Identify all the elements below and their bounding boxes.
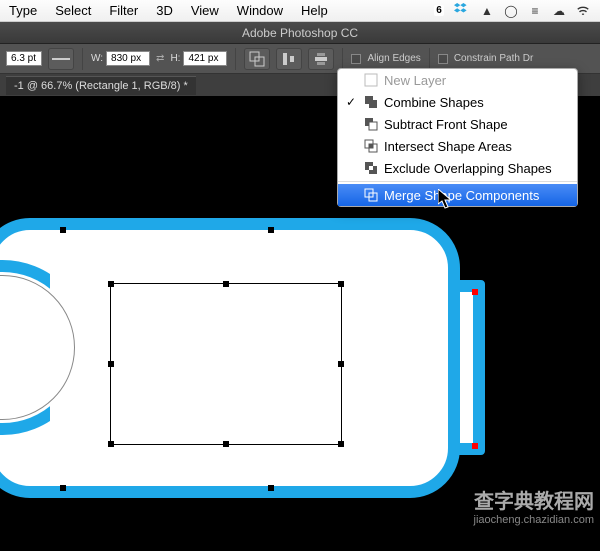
wifi-icon[interactable] xyxy=(574,2,592,20)
selection-handle-nw[interactable] xyxy=(108,281,114,287)
mouse-cursor-icon xyxy=(438,189,454,209)
align-edges-checkbox[interactable]: Align Edges xyxy=(351,53,420,64)
badge-6: 6 xyxy=(430,2,448,20)
menu-filter[interactable]: Filter xyxy=(100,3,147,18)
selection-handle-se[interactable] xyxy=(338,441,344,447)
menu-view[interactable]: View xyxy=(182,3,228,18)
path-arrange-button[interactable] xyxy=(308,48,334,70)
path-align-button[interactable] xyxy=(276,48,302,70)
width-input[interactable]: 830 px xyxy=(106,51,150,66)
selection-handle-sw[interactable] xyxy=(108,441,114,447)
height-input[interactable]: 421 px xyxy=(183,51,227,66)
menu-separator xyxy=(338,181,577,182)
menu-help[interactable]: Help xyxy=(292,3,337,18)
apple-icon xyxy=(406,2,424,20)
stroke-style-dropdown[interactable] xyxy=(48,48,74,70)
footer-bar xyxy=(0,529,600,551)
anchor-point-red[interactable] xyxy=(472,289,478,295)
checkmark-icon: ✓ xyxy=(346,95,358,109)
anchor-point[interactable] xyxy=(60,227,66,233)
link-wh-icon[interactable]: ⇄ xyxy=(156,53,164,64)
selection-handle-e[interactable] xyxy=(338,361,344,367)
new-layer-icon xyxy=(364,73,378,87)
path-operations-menu: New Layer ✓ Combine Shapes Subtract Fron… xyxy=(337,68,578,207)
tray-icon-2[interactable]: ☁ xyxy=(550,2,568,20)
anchor-point[interactable] xyxy=(60,485,66,491)
menubar-tray: 6 ▲ ◯ ≡ ☁ xyxy=(406,2,600,20)
menu-subtract-front[interactable]: Subtract Front Shape xyxy=(338,113,577,135)
menu-type[interactable]: Type xyxy=(0,3,46,18)
menu-new-layer: New Layer xyxy=(338,69,577,91)
combine-icon xyxy=(364,95,378,109)
selection-bounds[interactable] xyxy=(110,283,342,445)
menu-combine-shapes[interactable]: ✓ Combine Shapes xyxy=(338,91,577,113)
intersect-icon xyxy=(364,139,378,153)
document-tab[interactable]: -1 @ 66.7% (Rectangle 1, RGB/8) * xyxy=(6,76,196,95)
dropbox-icon[interactable] xyxy=(454,2,472,20)
selection-handle-s[interactable] xyxy=(223,441,229,447)
anchor-point[interactable] xyxy=(268,227,274,233)
menu-window[interactable]: Window xyxy=(228,3,292,18)
selection-handle-w[interactable] xyxy=(108,361,114,367)
selection-handle-ne[interactable] xyxy=(338,281,344,287)
anchor-point-red[interactable] xyxy=(472,443,478,449)
cc-icon[interactable]: ◯ xyxy=(502,2,520,20)
anchor-point[interactable] xyxy=(268,485,274,491)
menu-intersect-shapes[interactable]: Intersect Shape Areas xyxy=(338,135,577,157)
menu-select[interactable]: Select xyxy=(46,3,100,18)
drive-icon[interactable]: ▲ xyxy=(478,2,496,20)
height-label: H: xyxy=(170,53,180,64)
app-titlebar: Adobe Photoshop CC xyxy=(0,22,600,44)
stroke-weight-input[interactable]: 6.3 pt xyxy=(6,51,42,66)
exclude-icon xyxy=(364,161,378,175)
width-label: W: xyxy=(91,53,103,64)
constrain-path-checkbox[interactable]: Constrain Path Dr xyxy=(438,53,533,64)
subtract-icon xyxy=(364,117,378,131)
selection-handle-n[interactable] xyxy=(223,281,229,287)
menu-merge-components[interactable]: Merge Shape Components xyxy=(338,184,577,206)
app-title: Adobe Photoshop CC xyxy=(242,26,358,40)
path-operations-button[interactable] xyxy=(244,48,270,70)
mac-menubar: Type Select Filter 3D View Window Help 6… xyxy=(0,0,600,22)
tray-icon-1[interactable]: ≡ xyxy=(526,2,544,20)
merge-icon xyxy=(364,188,378,202)
watermark: 查字典教程网 jiaocheng.chazidian.com xyxy=(474,490,594,527)
menu-exclude-overlap[interactable]: Exclude Overlapping Shapes xyxy=(338,157,577,179)
menu-3d[interactable]: 3D xyxy=(147,3,182,18)
